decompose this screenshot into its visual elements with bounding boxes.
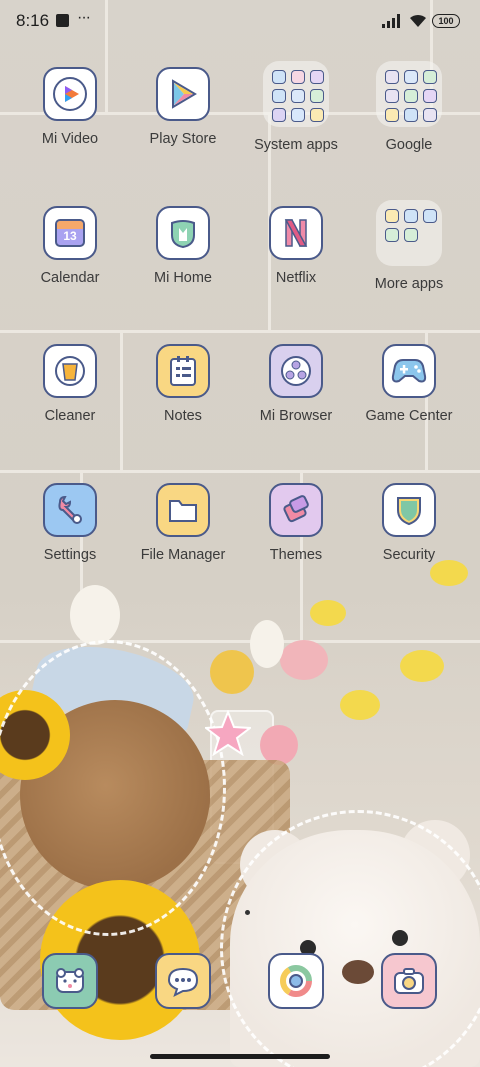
app-label: Calendar bbox=[40, 270, 100, 286]
app-label: Game Center bbox=[365, 408, 453, 424]
folder-icon bbox=[376, 200, 442, 266]
notification-icon bbox=[56, 14, 69, 27]
app-label: Themes bbox=[269, 547, 323, 563]
app-label: System apps bbox=[254, 137, 338, 153]
app-netflix[interactable]: Netflix bbox=[240, 206, 352, 286]
folder-icon bbox=[376, 61, 442, 127]
wifi-icon bbox=[410, 14, 426, 27]
app-notes[interactable]: Notes bbox=[127, 344, 239, 424]
message-bubble-icon bbox=[155, 953, 211, 1009]
netflix-icon bbox=[269, 206, 323, 260]
status-time: 8:16 bbox=[16, 11, 50, 30]
notes-icon bbox=[156, 344, 210, 398]
camera-icon bbox=[381, 953, 437, 1009]
app-label: Security bbox=[382, 547, 436, 563]
app-label: Mi Video bbox=[41, 131, 99, 147]
dock-app-messages[interactable] bbox=[127, 953, 239, 1009]
app-mi-home[interactable]: Mi Home bbox=[127, 206, 239, 286]
dock-app-camera[interactable] bbox=[353, 953, 465, 1009]
app-game-center[interactable]: Game Center bbox=[353, 344, 465, 424]
app-cleaner[interactable]: Cleaner bbox=[14, 344, 126, 424]
chrome-icon bbox=[268, 953, 324, 1009]
calendar-icon: 13 bbox=[43, 206, 97, 260]
more-notifications-icon: ··· bbox=[77, 9, 91, 26]
mi-home-icon bbox=[156, 206, 210, 260]
home-indicator[interactable] bbox=[150, 1054, 330, 1059]
folder-icon bbox=[263, 61, 329, 127]
shield-icon bbox=[382, 483, 436, 537]
dock-app-chrome[interactable] bbox=[240, 953, 352, 1009]
dock-app-gallery[interactable] bbox=[14, 953, 126, 1009]
app-label: Mi Browser bbox=[259, 408, 333, 424]
folder-more-apps[interactable]: More apps bbox=[353, 200, 465, 292]
bear-gallery-icon bbox=[42, 953, 98, 1009]
themes-icon bbox=[269, 483, 323, 537]
signal-icon bbox=[382, 14, 400, 28]
page-indicator bbox=[245, 910, 250, 915]
app-label: Netflix bbox=[275, 270, 317, 286]
browser-icon bbox=[269, 344, 323, 398]
cleaner-icon bbox=[43, 344, 97, 398]
app-label: Cleaner bbox=[44, 408, 96, 424]
app-label: Google bbox=[385, 137, 433, 153]
app-label: Play Store bbox=[149, 131, 217, 147]
app-label: Settings bbox=[43, 547, 97, 563]
status-bar: 8:16 ··· 100 bbox=[0, 0, 480, 44]
app-settings[interactable]: Settings bbox=[14, 483, 126, 563]
app-security[interactable]: Security bbox=[353, 483, 465, 563]
app-mi-video[interactable]: Mi Video bbox=[14, 67, 126, 147]
app-label: Notes bbox=[164, 408, 202, 424]
wrench-icon bbox=[43, 483, 97, 537]
app-label: File Manager bbox=[140, 547, 226, 563]
app-label: More apps bbox=[374, 276, 444, 292]
file-folder-icon bbox=[156, 483, 210, 537]
calendar-day: 13 bbox=[63, 229, 77, 243]
gamepad-icon bbox=[382, 344, 436, 398]
app-themes[interactable]: Themes bbox=[240, 483, 352, 563]
app-file-manager[interactable]: File Manager bbox=[127, 483, 239, 563]
play-store-icon bbox=[156, 67, 210, 121]
app-calendar[interactable]: 13 Calendar bbox=[14, 206, 126, 286]
battery-icon: 100 bbox=[432, 14, 460, 28]
app-play-store[interactable]: Play Store bbox=[127, 67, 239, 147]
folder-system-apps[interactable]: System apps bbox=[240, 61, 352, 153]
app-mi-browser[interactable]: Mi Browser bbox=[240, 344, 352, 424]
folder-google[interactable]: Google bbox=[353, 61, 465, 153]
mi-video-icon bbox=[43, 67, 97, 121]
app-label: Mi Home bbox=[153, 270, 212, 286]
